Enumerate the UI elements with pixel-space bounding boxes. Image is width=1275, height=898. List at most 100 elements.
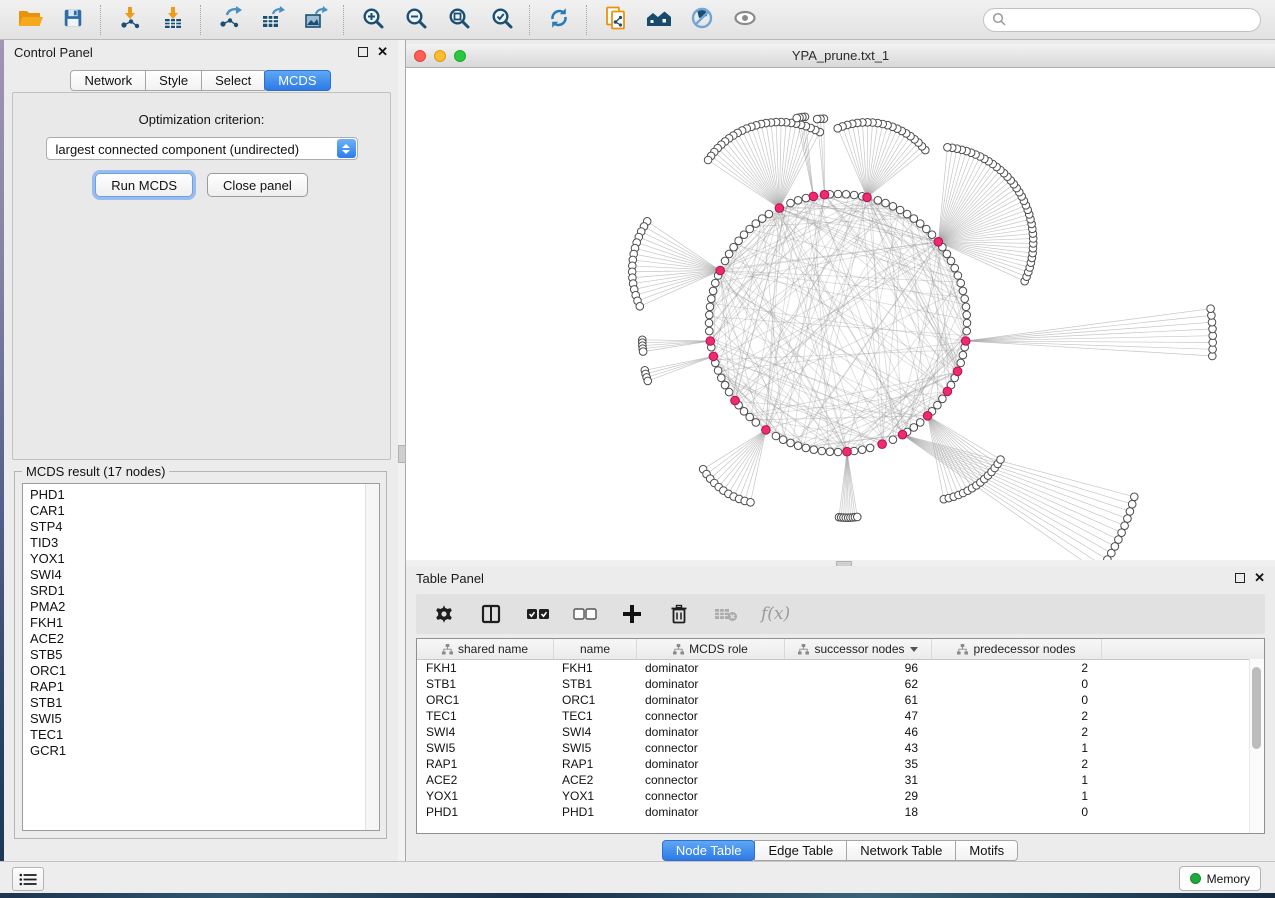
mcds-result-item[interactable]: TEC1 — [30, 727, 379, 743]
task-history-button[interactable] — [12, 867, 44, 891]
mcds-result-item[interactable]: CAR1 — [30, 503, 379, 519]
status-bar: Memory — [0, 861, 1275, 893]
hide-graphics-details-button[interactable] — [680, 3, 723, 37]
table-cell: dominator — [637, 677, 785, 691]
network-window-title: YPA_prune.txt_1 — [406, 48, 1275, 63]
splitter-handle[interactable] — [398, 445, 406, 463]
delete-icon[interactable] — [667, 602, 691, 626]
mcds-result-item[interactable]: STB5 — [30, 647, 379, 663]
mcds-result-item[interactable]: RAP1 — [30, 679, 379, 695]
mcds-result-list[interactable]: PHD1CAR1STP4TID3YOX1SWI4SRD1PMA2FKH1ACE2… — [22, 483, 380, 831]
toolbar-separator — [200, 5, 202, 35]
column-header-mcds-role[interactable]: MCDS role — [637, 639, 785, 659]
mcds-result-item[interactable]: PHD1 — [30, 487, 379, 503]
zoom-out-button[interactable] — [394, 3, 437, 37]
run-mcds-button[interactable]: Run MCDS — [95, 173, 193, 197]
table-row[interactable]: FKH1FKH1dominator962 — [417, 660, 1264, 676]
zoom-in-button[interactable] — [351, 3, 394, 37]
table-row[interactable]: YOX1YOX1connector291 — [417, 788, 1264, 804]
float-panel-icon[interactable] — [1235, 573, 1245, 583]
control-panel: Control Panel ✕ NetworkStyleSelectMCDS O… — [4, 40, 398, 861]
tab-edge-table[interactable]: Edge Table — [754, 840, 847, 861]
memory-button[interactable]: Memory — [1179, 866, 1261, 891]
mcds-result-item[interactable]: SWI5 — [30, 711, 379, 727]
table-cell: YOX1 — [417, 789, 554, 803]
optimization-criterion-select[interactable]: largest connected component (undirected) — [46, 137, 358, 160]
table-row[interactable]: RAP1RAP1dominator352 — [417, 756, 1264, 772]
settings-gear-icon[interactable] — [432, 602, 456, 626]
export-network-button[interactable] — [208, 3, 251, 37]
refresh-button[interactable] — [537, 3, 580, 37]
column-header-shared-name[interactable]: shared name — [417, 639, 554, 659]
toolbar-separator — [529, 5, 531, 35]
mcds-result-item[interactable]: ACE2 — [30, 631, 379, 647]
table-cell: 43 — [785, 741, 932, 755]
mcds-result-item[interactable]: YOX1 — [30, 551, 379, 567]
search-input[interactable] — [1011, 12, 1260, 29]
tab-select[interactable]: Select — [201, 70, 265, 91]
tab-network-table[interactable]: Network Table — [846, 840, 956, 861]
mcds-result-item[interactable]: FKH1 — [30, 615, 379, 631]
table-row[interactable]: PHD1PHD1dominator180 — [417, 804, 1264, 820]
mcds-list-scrollbar[interactable] — [365, 484, 379, 830]
add-icon[interactable] — [620, 602, 644, 626]
table-row[interactable]: SWI5SWI5connector431 — [417, 740, 1264, 756]
network-canvas[interactable] — [406, 68, 1275, 561]
scrollbar-thumb[interactable] — [1252, 667, 1261, 749]
vertical-splitter[interactable] — [398, 40, 406, 861]
zoom-selected-button[interactable] — [480, 3, 523, 37]
workspace: YPA_prune.txt_1 Table Panel ✕ — [406, 40, 1275, 861]
save-button[interactable] — [51, 3, 94, 37]
table-cell: SWI4 — [417, 725, 554, 739]
tab-node-table[interactable]: Node Table — [662, 840, 756, 861]
export-image-button[interactable] — [294, 3, 337, 37]
export-table-button[interactable] — [251, 3, 294, 37]
list-icon — [19, 873, 37, 886]
open-file-button[interactable] — [8, 3, 51, 37]
mcds-result-item[interactable]: TID3 — [30, 535, 379, 551]
close-panel-button[interactable]: Close panel — [207, 173, 308, 197]
table-scrollbar[interactable] — [1249, 659, 1264, 833]
column-header-name[interactable]: name — [554, 639, 637, 659]
close-panel-icon[interactable]: ✕ — [1254, 573, 1265, 583]
float-panel-icon[interactable] — [358, 47, 368, 57]
mcds-result-item[interactable]: PMA2 — [30, 599, 379, 615]
tab-network[interactable]: Network — [70, 70, 146, 91]
mcds-result-item[interactable]: SWI4 — [30, 567, 379, 583]
import-network-button[interactable] — [108, 3, 151, 37]
mcds-result-item[interactable]: STP4 — [30, 519, 379, 535]
mcds-tab-content: Optimization criterion: largest connecte… — [12, 92, 391, 460]
network-window-titlebar[interactable]: YPA_prune.txt_1 — [406, 44, 1275, 68]
table-row[interactable]: ORC1ORC1dominator610 — [417, 692, 1264, 708]
show-graphics-details-button[interactable] — [723, 3, 766, 37]
search-box[interactable] — [983, 8, 1261, 32]
import-table-button[interactable] — [151, 3, 194, 37]
mcds-result-item[interactable]: SRD1 — [30, 583, 379, 599]
mcds-result-item[interactable]: STB1 — [30, 695, 379, 711]
tab-style[interactable]: Style — [145, 70, 202, 91]
table-cell: 31 — [785, 773, 932, 787]
table-cell: PHD1 — [554, 805, 637, 819]
node-table: shared name name MCDS role successor nod… — [416, 638, 1265, 834]
table-row[interactable]: ACE2ACE2connector311 — [417, 772, 1264, 788]
column-header-successor-nodes[interactable]: successor nodes — [785, 639, 932, 659]
column-header-predecessor-nodes[interactable]: predecessor nodes — [932, 639, 1102, 659]
show-columns-icon[interactable] — [479, 602, 503, 626]
table-row[interactable]: SWI4SWI4dominator462 — [417, 724, 1264, 740]
mcds-result-item[interactable]: GCR1 — [30, 743, 379, 759]
tab-mcds[interactable]: MCDS — [264, 70, 330, 91]
table-cell: 0 — [932, 805, 1102, 819]
table-row[interactable]: STB1STB1dominator620 — [417, 676, 1264, 692]
zoom-fit-button[interactable] — [437, 3, 480, 37]
new-network-button[interactable] — [594, 3, 637, 37]
network-view[interactable] — [406, 68, 1275, 561]
select-all-icon[interactable] — [526, 602, 550, 626]
close-panel-icon[interactable]: ✕ — [377, 47, 388, 57]
table-cell: RAP1 — [554, 757, 637, 771]
mcds-result-item[interactable]: ORC1 — [30, 663, 379, 679]
tab-motifs[interactable]: Motifs — [955, 840, 1018, 861]
application-window: Control Panel ✕ NetworkStyleSelectMCDS O… — [0, 0, 1275, 898]
home-button[interactable] — [637, 3, 680, 37]
unselect-all-icon[interactable] — [573, 602, 597, 626]
table-row[interactable]: TEC1TEC1connector472 — [417, 708, 1264, 724]
